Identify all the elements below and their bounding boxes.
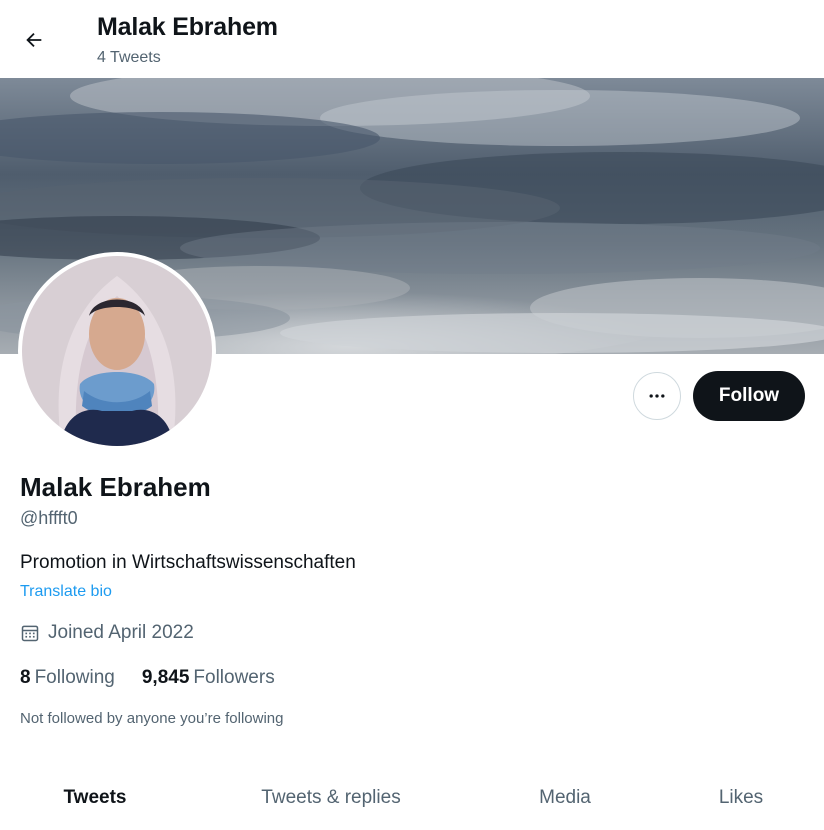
follow-stats: 8 Following 9,845 Followers — [20, 667, 275, 689]
more-horizontal-icon — [649, 394, 665, 398]
followers-count: 9,845 — [141, 667, 190, 688]
profile-page: Malak Ebrahem 4 Tweets Follow Malak Ebra… — [0, 0, 824, 830]
joined-text: Joined April 2022 — [48, 622, 194, 643]
tab-tweets[interactable]: Tweets — [0, 766, 190, 830]
back-button[interactable] — [16, 22, 52, 58]
followers-link[interactable]: 9,845 Followers — [142, 667, 275, 689]
following-label: Following — [34, 667, 115, 688]
profile-tabs: Tweets Tweets & replies Media Likes — [0, 766, 824, 830]
profile-header: Malak Ebrahem 4 Tweets — [0, 0, 824, 78]
translate-bio-link[interactable]: Translate bio — [20, 583, 112, 601]
profile-bio: Promotion in Wirtschaftswissenschaften — [20, 552, 356, 573]
calendar-icon — [20, 623, 40, 643]
followers-label: Followers — [193, 667, 275, 688]
avatar-photo — [22, 256, 212, 446]
header-title: Malak Ebrahem — [97, 13, 278, 41]
more-options-button[interactable] — [633, 372, 681, 420]
profile-name: Malak Ebrahem — [20, 472, 211, 502]
mutual-followers-note: Not followed by anyone you’re following — [20, 710, 284, 727]
tab-tweets-replies[interactable]: Tweets & replies — [190, 766, 472, 830]
profile-handle: @hffft0 — [20, 508, 78, 528]
tab-media[interactable]: Media — [472, 766, 658, 830]
tweet-count: 4 Tweets — [97, 49, 161, 66]
arrow-left-icon — [26, 32, 42, 48]
follow-button[interactable]: Follow — [693, 371, 805, 421]
following-count: 8 — [20, 667, 31, 688]
tab-likes[interactable]: Likes — [658, 766, 824, 830]
following-link[interactable]: 8 Following — [20, 667, 115, 689]
joined-date: Joined April 2022 — [20, 622, 194, 644]
profile-avatar[interactable] — [18, 252, 216, 450]
